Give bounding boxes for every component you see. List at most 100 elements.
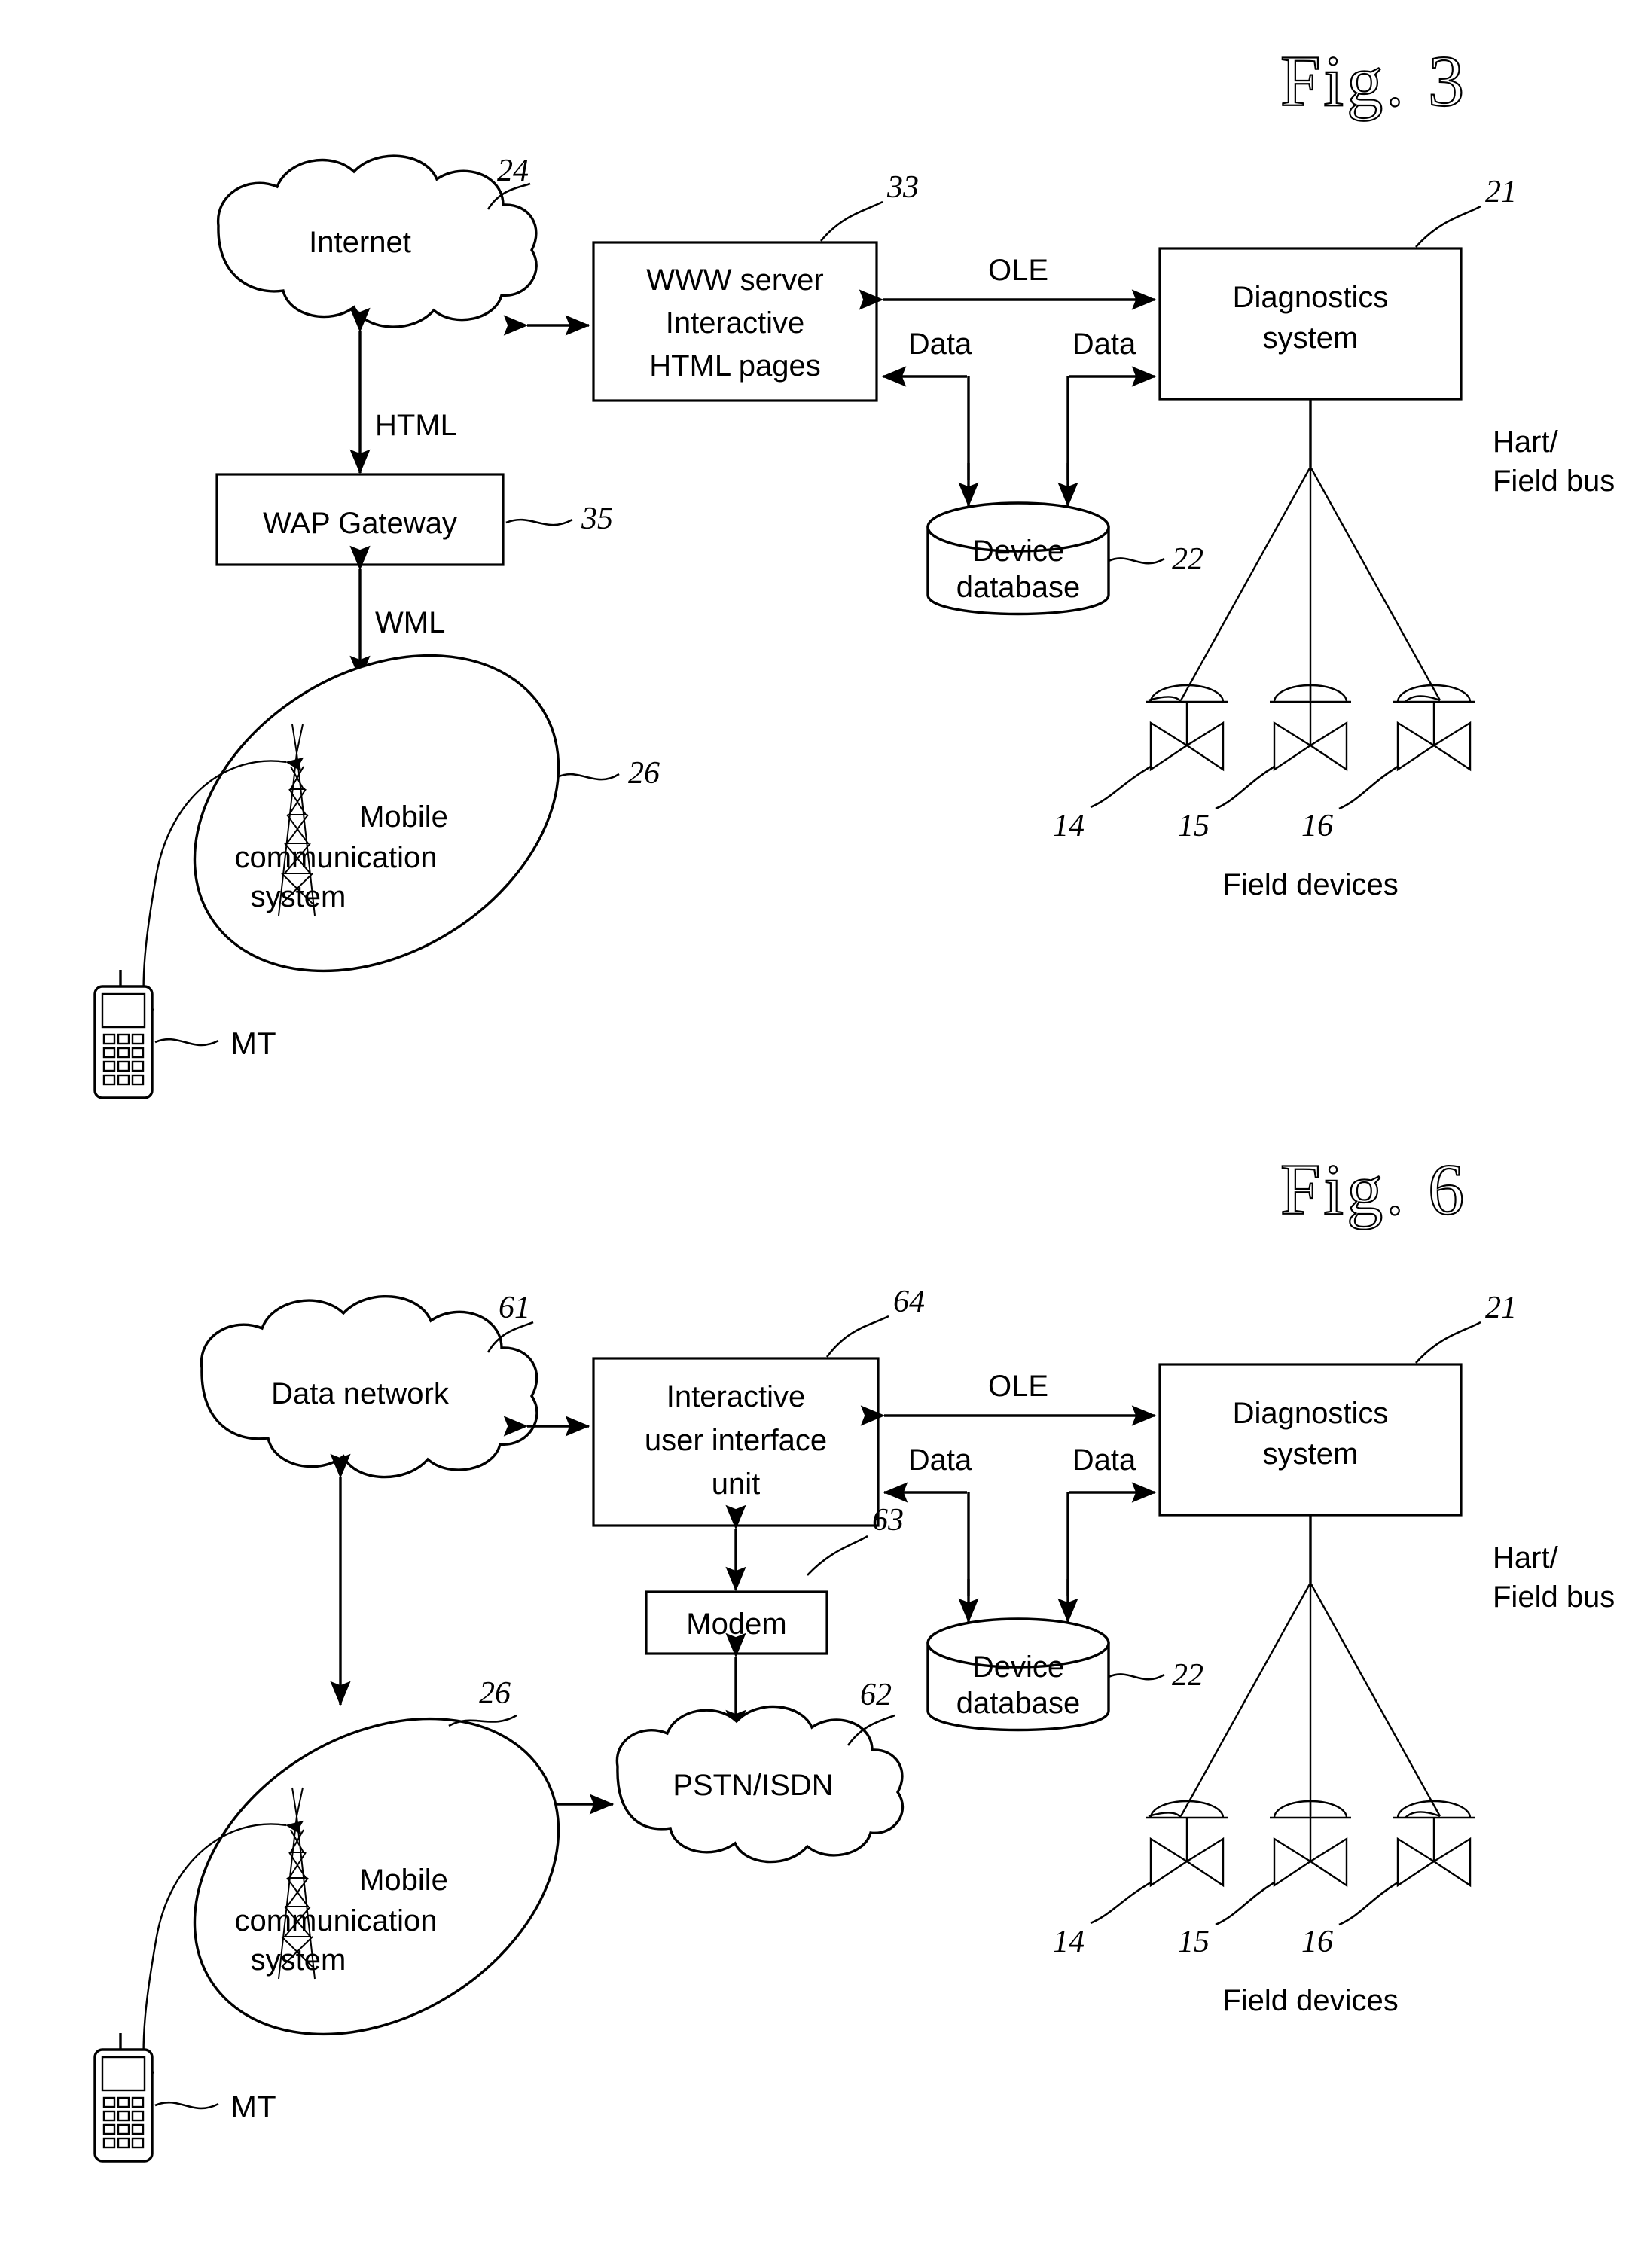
ole-label-fig3: OLE [988, 254, 1048, 287]
wap-gateway-box: WAP Gateway [215, 473, 505, 566]
wml-label-fig3: WML [375, 606, 445, 639]
ole-label-fig6: OLE [988, 1370, 1048, 1403]
valve-14-ref-number-fig6: 14 [1053, 1925, 1085, 1959]
field-device-valve-14 [1146, 684, 1228, 772]
www-server-ref-leader [819, 200, 883, 242]
valve-16-ref-leader [1338, 765, 1399, 810]
wap-gateway-ref-number: 35 [581, 501, 613, 536]
modem-ref-leader [807, 1535, 868, 1576]
www-server-line2: Interactive [666, 306, 805, 340]
diagnostics-line1: Diagnostics [1233, 281, 1389, 314]
mobile-terminal-label-fig6: MT [230, 2089, 276, 2124]
www-server-ref-number: 33 [886, 170, 919, 205]
iu-unit-line2: user interface [645, 1424, 827, 1457]
figure-6: Fig. 6 Data network 61 Interactive user … [93, 1148, 1615, 2163]
field-device-valve-15 [1270, 684, 1351, 772]
modem-label: Modem [686, 1608, 786, 1641]
internet-cloud-node: Internet [217, 154, 538, 328]
www-server-box: WWW server Interactive HTML pages [592, 241, 878, 402]
bus-label-line2-fig6: Field bus [1493, 1581, 1615, 1614]
mobile-communication-system-fig3: Mobile communication system [193, 654, 560, 973]
diagnostics-line2: system [1263, 322, 1359, 355]
bus-label-line1-fig6: Hart/ [1493, 1541, 1559, 1574]
data-network-label: Data network [271, 1377, 450, 1410]
valve-15-ref-leader [1215, 765, 1275, 810]
mobile-terminal-handset-fig3 [93, 970, 154, 1099]
diagnostics-system-box-fig3: Diagnostics system [1158, 247, 1463, 401]
wap-gateway-label: WAP Gateway [263, 507, 457, 540]
device-db-ref-number-fig3: 22 [1172, 542, 1203, 577]
iu-unit-ref-leader [825, 1315, 889, 1358]
iu-unit-line1: Interactive [667, 1380, 806, 1413]
patent-drawing-sheet: Fig. 3 Internet 24 WWW server Interactiv… [0, 0, 1626, 2268]
valve-16-ref-number-fig6: 16 [1301, 1925, 1333, 1959]
data-left-label-fig6: Data [908, 1443, 972, 1477]
diagnostics-line1-fig6: Diagnostics [1233, 1397, 1389, 1430]
bus-label-line2-fig3: Field bus [1493, 465, 1615, 498]
valve-15-ref-number-fig6: 15 [1178, 1925, 1210, 1959]
mobile-system-ref-number-fig6: 26 [479, 1676, 511, 1711]
field-device-valve-15-fig6 [1270, 1800, 1351, 1888]
field-devices-caption-fig3: Field devices [1222, 868, 1398, 901]
mobile-terminal-handset-fig6 [93, 2033, 154, 2163]
field-devices-caption-fig6: Field devices [1222, 1984, 1398, 2017]
www-server-line3: HTML pages [649, 349, 821, 383]
html-label-fig3: HTML [375, 409, 457, 442]
device-db-ref-leader-fig3 [1108, 557, 1165, 565]
modem-ref-number: 63 [872, 1503, 904, 1538]
pstn-isdn-label: PSTN/ISDN [673, 1769, 833, 1802]
field-device-valve-14-fig6 [1146, 1800, 1228, 1888]
field-device-valve-16 [1393, 684, 1475, 772]
diagnostics-ref-number-fig6: 21 [1485, 1291, 1517, 1325]
valve-16-ref-number: 16 [1301, 809, 1333, 843]
mobile-system-ref-leader-fig3 [557, 773, 620, 781]
device-db-ref-leader-fig6 [1108, 1673, 1165, 1681]
valve-14-ref-leader-fig6 [1090, 1881, 1152, 1925]
interactive-ui-unit-box: Interactive user interface unit [592, 1357, 880, 1527]
internet-label: Internet [309, 226, 411, 259]
mobile-terminal-leader-fig6 [154, 2101, 219, 2110]
mobile-system-ref-number-fig3: 26 [628, 756, 660, 791]
mobile-system-line1-fig6: Mobile [359, 1864, 448, 1897]
data-left-label-fig3: Data [908, 328, 972, 361]
wap-gateway-ref-leader [505, 518, 573, 526]
mobile-system-line2-fig3: communication [234, 841, 437, 874]
figure-3: Fig. 3 Internet 24 WWW server Interactiv… [93, 40, 1615, 1099]
device-database-cylinder-fig3: Device database [926, 501, 1110, 616]
diagnostics-ref-leader-fig3 [1415, 205, 1481, 248]
www-server-line1: WWW server [646, 264, 824, 297]
data-network-cloud-node: Data network [200, 1294, 538, 1479]
mobile-system-line3-fig6: system [251, 1943, 346, 1977]
figure-6-title: Fig. 6 [1280, 1149, 1467, 1230]
bus-branch-right-fig6 [1309, 1582, 1441, 1817]
iu-unit-line3: unit [712, 1468, 761, 1501]
valve-15-ref-number: 15 [1178, 809, 1210, 843]
valve-16-ref-leader-fig6 [1338, 1881, 1399, 1926]
mobile-terminal-label-fig3: MT [230, 1026, 276, 1061]
device-db-ref-number-fig6: 22 [1172, 1658, 1203, 1693]
valve-14-ref-leader [1090, 765, 1152, 809]
data-network-ref-number: 61 [499, 1291, 530, 1325]
device-db-line2-fig3: database [956, 571, 1081, 604]
diagnostics-ref-leader-fig6 [1415, 1321, 1481, 1364]
device-db-line1-fig3: Device [972, 535, 1064, 568]
pstn-isdn-ref-number: 62 [860, 1678, 892, 1712]
device-db-line2-fig6: database [956, 1687, 1081, 1720]
mobile-system-line1-fig3: Mobile [359, 800, 448, 834]
bus-branch-left-fig6 [1179, 1582, 1312, 1817]
internet-ref-number: 24 [497, 154, 529, 188]
valve-15-ref-leader-fig6 [1215, 1881, 1275, 1926]
diagnostics-ref-number-fig3: 21 [1485, 175, 1517, 209]
mobile-system-line3-fig3: system [251, 880, 346, 913]
pstn-isdn-cloud-node: PSTN/ISDN [615, 1705, 905, 1864]
diagnostics-system-box-fig6: Diagnostics system [1158, 1363, 1463, 1517]
data-right-label-fig6: Data [1072, 1443, 1136, 1477]
data-right-label-fig3: Data [1072, 328, 1136, 361]
modem-box: Modem [645, 1590, 828, 1655]
iu-unit-ref-number: 64 [893, 1285, 925, 1319]
mobile-system-line2-fig6: communication [234, 1904, 437, 1937]
mobile-terminal-leader-fig3 [154, 1038, 219, 1047]
device-db-line1-fig6: Device [972, 1651, 1064, 1684]
mobile-communication-system-fig6: Mobile communication system [193, 1717, 560, 2036]
field-device-valve-16-fig6 [1393, 1800, 1475, 1888]
